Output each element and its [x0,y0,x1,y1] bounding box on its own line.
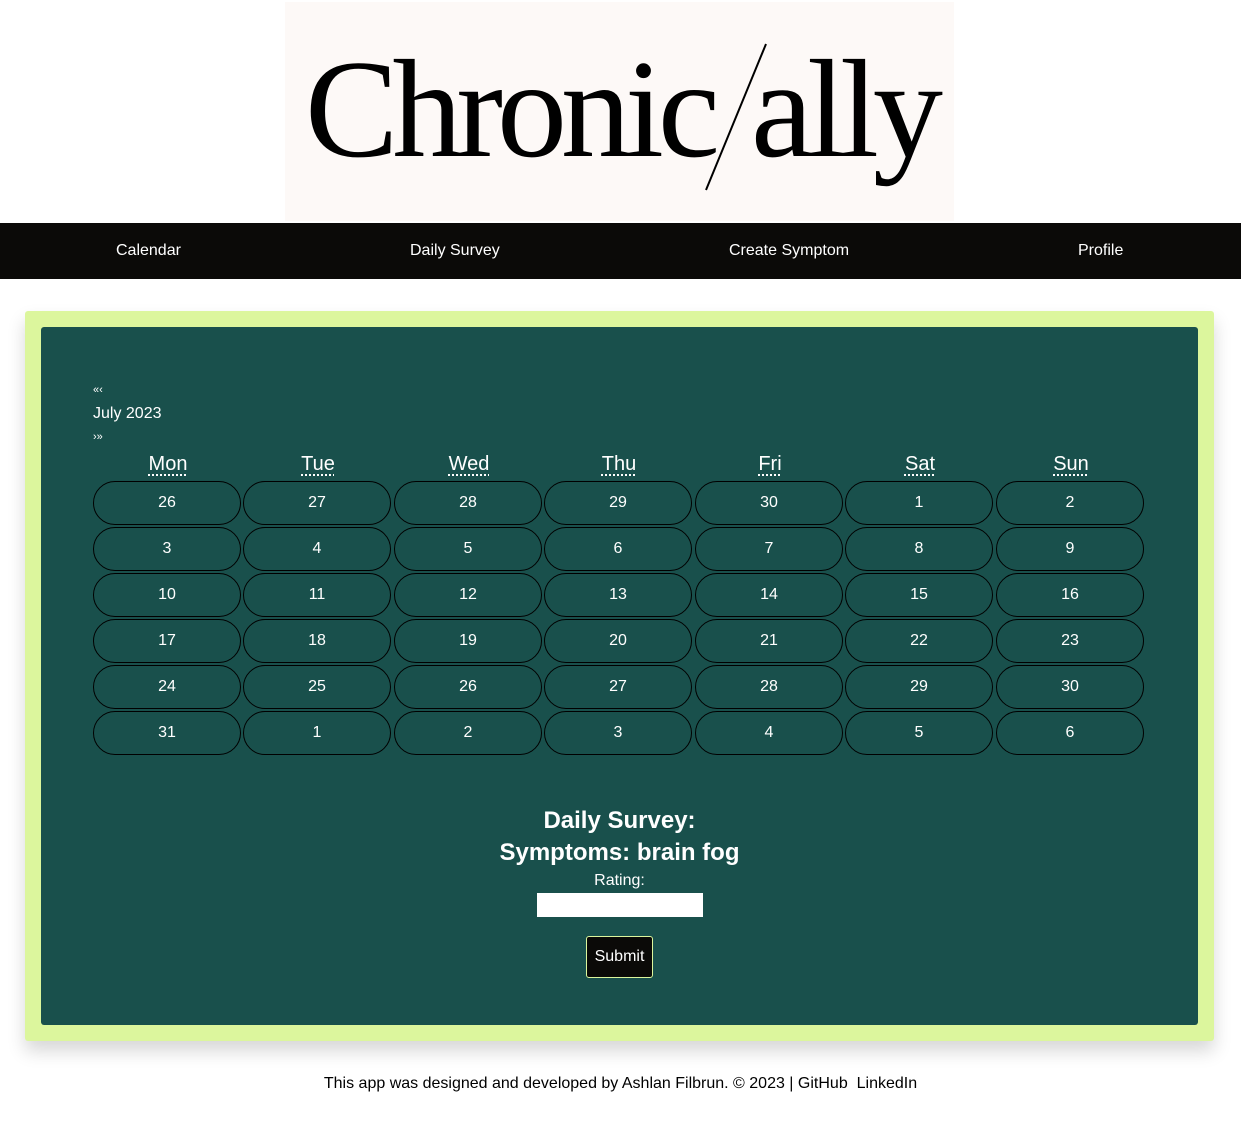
nav-calendar[interactable]: Calendar [116,223,181,279]
weekday-wed: Wed [394,453,544,476]
calendar-day[interactable]: 5 [845,711,993,755]
weekday-mon: Mon [93,453,243,476]
calendar-day[interactable]: 11 [243,573,391,617]
linkedin-link[interactable]: LinkedIn [857,1075,918,1092]
calendar-day[interactable]: 4 [695,711,843,755]
calendar-month-label[interactable]: July 2023 [93,405,162,423]
weekday-label: Sat [904,453,936,475]
calendar-panel: «‹ July 2023 ›» Mon Tue Wed Thu Fri Sat … [41,327,1198,1025]
next-year-button[interactable]: » [97,431,103,443]
weekday-label: Sun [1053,453,1089,475]
rating-label: Rating: [594,872,645,889]
calendar-day[interactable]: 8 [845,527,993,571]
calendar-day[interactable]: 29 [845,665,993,709]
calendar-day[interactable]: 26 [394,665,542,709]
content-card: «‹ July 2023 ›» Mon Tue Wed Thu Fri Sat … [25,311,1214,1041]
calendar-next-controls: ›» [93,431,103,443]
calendar-day[interactable]: 14 [695,573,843,617]
calendar-day[interactable]: 28 [695,665,843,709]
weekday-thu: Thu [544,453,694,476]
calendar-day[interactable]: 13 [544,573,692,617]
nav-create-symptom[interactable]: Create Symptom [729,223,849,279]
calendar-day[interactable]: 6 [996,711,1144,755]
prev-month-button[interactable]: ‹ [99,384,103,396]
weekday-label: Thu [601,453,637,475]
calendar-day[interactable]: 10 [93,573,241,617]
calendar-day[interactable]: 21 [695,619,843,663]
calendar-day[interactable]: 7 [695,527,843,571]
calendar-day[interactable]: 1 [243,711,391,755]
calendar-day[interactable]: 30 [996,665,1144,709]
weekday-label: Wed [448,453,490,475]
calendar-day[interactable]: 15 [845,573,993,617]
calendar-day[interactable]: 26 [93,481,241,525]
calendar-day[interactable]: 16 [996,573,1144,617]
weekday-tue: Tue [243,453,393,476]
footer: This app was designed and developed by A… [0,1075,1241,1093]
footer-credit: This app was designed and developed by A… [323,1075,794,1092]
calendar-day[interactable]: 22 [845,619,993,663]
calendar-day[interactable]: 12 [394,573,542,617]
calendar-day[interactable]: 20 [544,619,692,663]
weekday-sun: Sun [996,453,1146,476]
calendar-day[interactable]: 24 [93,665,241,709]
calendar-day[interactable]: 3 [544,711,692,755]
calendar-day[interactable]: 6 [544,527,692,571]
calendar-day[interactable]: 1 [845,481,993,525]
main-nav: Calendar Daily Survey Create Symptom Pro… [0,223,1241,279]
calendar-day[interactable]: 9 [996,527,1144,571]
calendar-day[interactable]: 31 [93,711,241,755]
calendar-day[interactable]: 30 [695,481,843,525]
submit-button[interactable]: Submit [586,936,653,978]
weekday-sat: Sat [845,453,995,476]
calendar-day[interactable]: 2 [394,711,542,755]
weekday-label: Tue [301,453,335,475]
calendar-day[interactable]: 2 [996,481,1144,525]
calendar-day[interactable]: 17 [93,619,241,663]
calendar-day[interactable]: 29 [544,481,692,525]
calendar-day[interactable]: 27 [544,665,692,709]
calendar-day[interactable]: 4 [243,527,391,571]
logo-wordmark: Chronic ally [305,32,949,191]
weekday-label: Mon [148,453,188,475]
calendar-day[interactable]: 25 [243,665,391,709]
rating-input[interactable] [537,893,703,917]
nav-profile[interactable]: Profile [1078,223,1123,279]
calendar-day[interactable]: 18 [243,619,391,663]
calendar-day[interactable]: 5 [394,527,542,571]
survey-symptom-title: Symptoms: brain fog [499,839,740,866]
calendar-day[interactable]: 3 [93,527,241,571]
weekday-label: Fri [758,453,782,475]
github-link[interactable]: GitHub [798,1075,848,1092]
calendar-day[interactable]: 19 [394,619,542,663]
weekday-fri: Fri [695,453,845,476]
nav-daily-survey[interactable]: Daily Survey [410,223,500,279]
app-logo: Chronic ally [285,2,954,221]
calendar-day[interactable]: 27 [243,481,391,525]
calendar-day[interactable]: 28 [394,481,542,525]
survey-heading: Daily Survey: [543,807,696,834]
calendar-day[interactable]: 23 [996,619,1144,663]
calendar-prev-controls: «‹ [93,384,103,396]
logo-text-left: Chronic [305,32,716,187]
logo-text-right: ally [751,32,943,187]
